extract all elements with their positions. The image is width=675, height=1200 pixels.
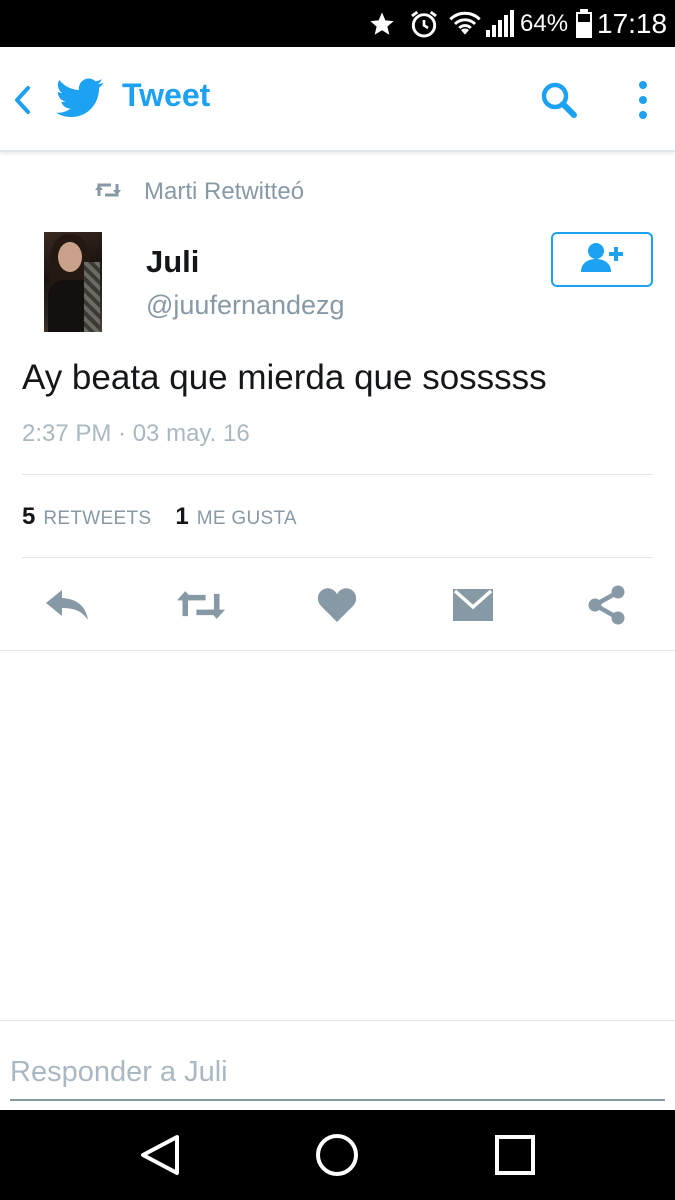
divider	[0, 650, 675, 651]
app-bar: Tweet	[0, 47, 675, 152]
author-handle[interactable]: @juufernandezg	[146, 290, 345, 321]
wifi-icon	[449, 0, 481, 47]
retweet-small-icon	[94, 180, 122, 205]
reply-input[interactable]	[10, 1045, 665, 1101]
star-icon	[368, 0, 396, 47]
tweet-stats: 5 RETWEETS 1 ME GUSTA	[22, 503, 297, 535]
likes-count[interactable]: 1	[175, 503, 188, 531]
follow-button[interactable]	[551, 232, 653, 287]
back-triangle-icon[interactable]	[136, 1130, 186, 1180]
alarm-icon	[408, 0, 440, 47]
search-icon[interactable]	[536, 77, 582, 123]
divider	[22, 557, 653, 558]
add-user-icon	[578, 241, 626, 278]
back-icon[interactable]	[8, 80, 38, 120]
system-nav-bar	[0, 1110, 675, 1200]
recents-square-icon[interactable]	[490, 1130, 540, 1180]
retweet-icon[interactable]	[176, 582, 226, 628]
direct-message-icon[interactable]	[448, 582, 498, 628]
reply-icon[interactable]	[42, 582, 92, 628]
status-bar: 64% 17:18	[0, 0, 675, 47]
battery-icon	[575, 0, 593, 47]
divider	[22, 474, 653, 475]
signal-icon	[485, 0, 515, 47]
clock-time: 17:18	[597, 7, 668, 39]
avatar[interactable]	[44, 232, 102, 332]
retweets-count[interactable]: 5	[22, 503, 35, 531]
likes-label[interactable]: ME GUSTA	[197, 508, 297, 530]
tweet-timestamp: 2:37 PM · 03 may. 16	[22, 420, 250, 447]
retweet-context: Marti Retwitteó	[94, 176, 304, 208]
reply-bar	[0, 1020, 675, 1110]
twitter-bird-icon	[56, 77, 104, 119]
tweet-text: Ay beata que mierda que sosssss	[22, 358, 547, 397]
like-icon[interactable]	[312, 582, 362, 628]
battery-percent: 64%	[520, 9, 569, 37]
page-title: Tweet	[122, 77, 211, 113]
home-circle-icon[interactable]	[312, 1130, 362, 1180]
retweets-label[interactable]: RETWEETS	[43, 508, 151, 530]
retweeted-by-label: Marti Retwitteó	[144, 178, 305, 205]
share-icon[interactable]	[582, 582, 632, 628]
author-name[interactable]: Juli	[146, 244, 199, 280]
overflow-menu-icon[interactable]	[628, 77, 658, 123]
